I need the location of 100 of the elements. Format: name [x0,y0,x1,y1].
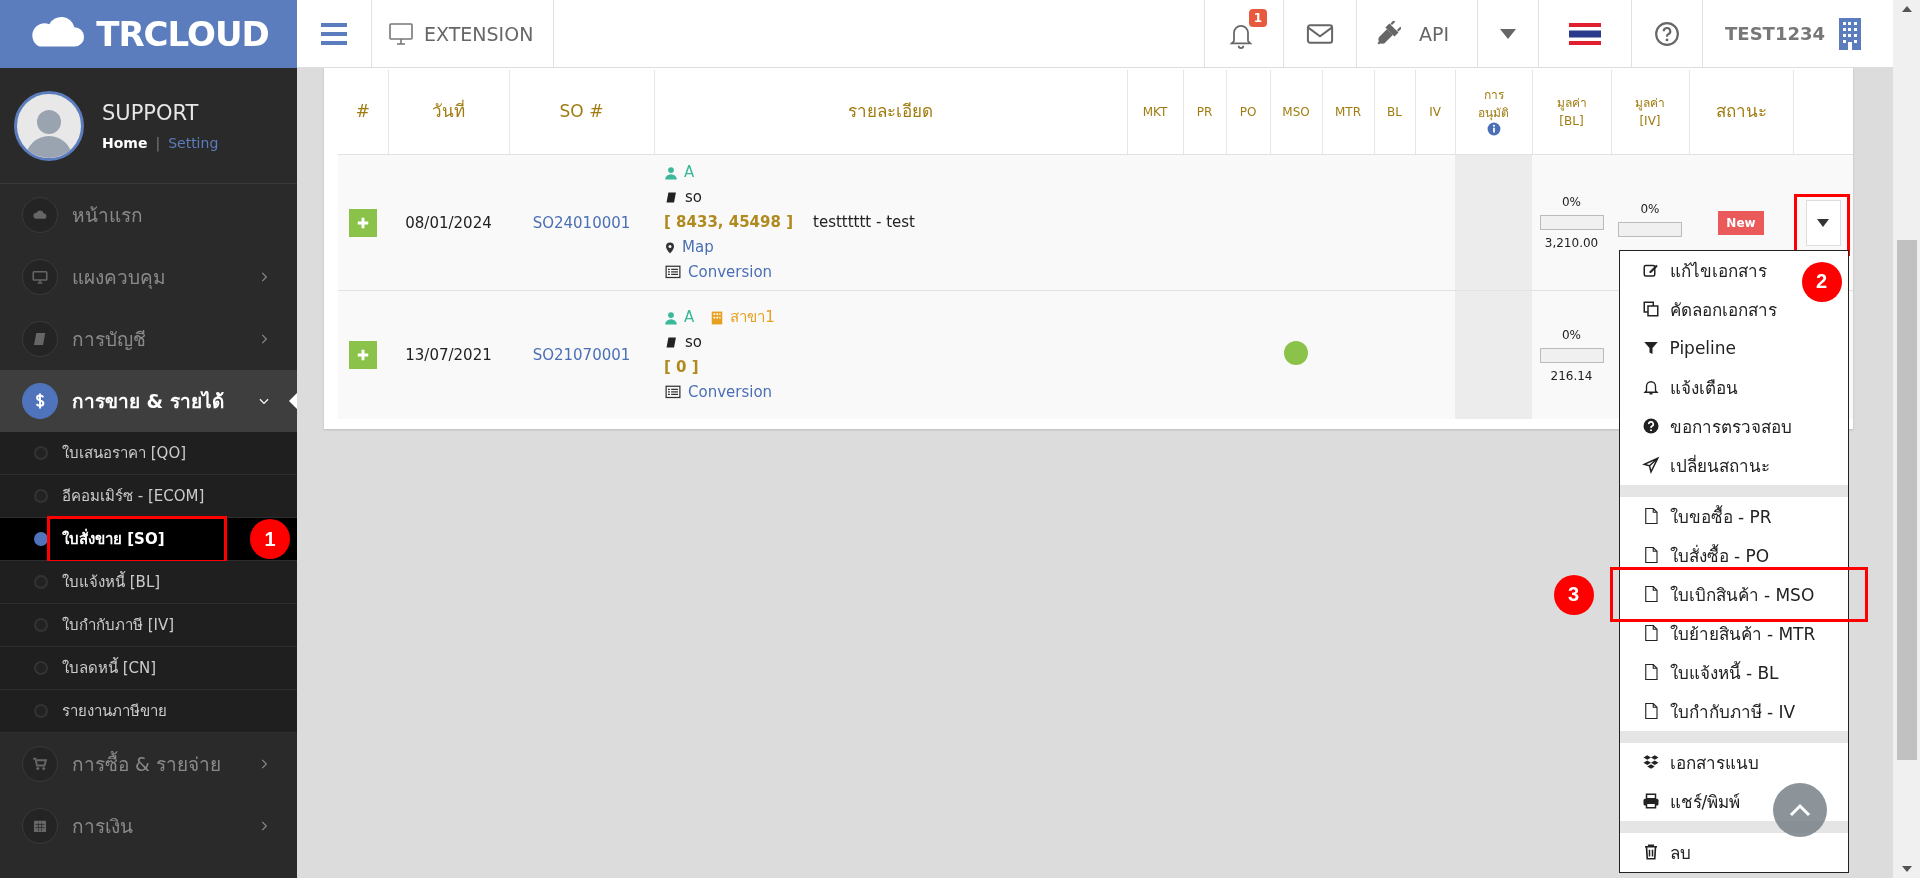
submenu-item[interactable]: ใบเสนอราคา [QO] [0,432,297,475]
sidebar-item[interactable]: หน้าแรก [0,184,297,246]
chevron-up-icon [1789,803,1811,817]
menu-item[interactable]: ใบขอซื้อ - PR [1619,496,1848,536]
status-badge: New [1718,210,1764,235]
amount: 3,210.00 [1543,236,1600,250]
actions-toggle[interactable] [1805,199,1841,246]
paper-plane-icon [1641,455,1660,475]
list-icon [664,265,682,280]
column-header: MTR [1335,104,1361,121]
menu-item[interactable]: เปลี่ยนสถานะ [1619,445,1848,485]
person-icon [664,309,678,326]
home-link[interactable]: Home [102,134,148,151]
order-note: testttttt - test [813,212,915,233]
column-header: สถานะ [1715,100,1767,124]
document-type: so [685,187,702,208]
sidebar-item[interactable]: การบัญชี [0,308,297,370]
map-link[interactable]: Map [682,235,714,260]
menu-item[interactable]: ใบกำกับภาษี - IV [1619,691,1848,731]
progress-percent: 0% [1560,327,1582,342]
column-header: MSO [1282,104,1310,121]
order-link[interactable]: SO21070001 [532,346,631,364]
building-icon [1839,17,1861,50]
reference-codes: [ 0 ] [664,357,699,378]
sidebar-item[interactable]: การขาย & รายได้ [0,370,297,432]
notification-count: 1 [1248,8,1267,27]
column-header: วันที่ [432,99,465,124]
column-header: MKT [1142,104,1168,121]
submenu-item[interactable]: รายงานภาษีขาย [0,690,297,733]
menu-item[interactable]: Pipeline [1619,328,1848,368]
printer-icon [1641,791,1660,811]
progress-percent: 0% [1560,195,1582,209]
step-badge: 1 [250,519,290,559]
plus-icon [356,215,370,230]
book-icon [664,335,679,350]
step-badge: 3 [1553,574,1594,615]
triangle-up-icon [1901,6,1912,12]
date-cell: 13/07/2021 [405,346,492,364]
document-type: so [685,332,702,353]
submenu-item[interactable]: ใบลดหนี้ [CN] [0,647,297,690]
sidebar-item[interactable]: แผงควบคุม [0,246,297,308]
reference-codes: [ 8433, 45498 ] [664,212,793,233]
menu-item[interactable]: แจ้งเตือน [1619,367,1848,407]
column-header: SO # [559,100,604,124]
progress-percent: 0% [1639,202,1661,216]
sidebar-item[interactable]: การเงิน [0,795,297,857]
caret-icon [1500,28,1517,39]
customer-name: A [684,307,695,328]
menu-item[interactable]: เอกสารแนบ [1619,742,1848,782]
person-icon [664,164,678,181]
conversion-link[interactable]: Conversion [688,260,773,285]
menu-icon [319,20,349,47]
conversion-link[interactable]: Conversion [688,380,773,405]
user-button[interactable]: TEST1234 [1703,0,1893,67]
scrollbar-thumb[interactable] [1896,240,1917,760]
submenu-item[interactable]: อีคอมเมิร์ซ - [ECOM] [0,475,297,518]
menu-item[interactable]: ใบย้ายสินค้า - MTR [1619,613,1848,653]
thai-flag-icon [1569,22,1602,45]
api-button[interactable]: API [1357,0,1479,67]
plus-icon [356,348,370,362]
menu-item[interactable]: ใบสั่งซื้อ - PO [1619,535,1848,575]
caret-icon [1817,218,1829,227]
column-header: มูลค่า [IV] [1635,95,1665,130]
list-icon [664,385,682,400]
menu-item[interactable]: ขอการตรวจสอบ [1619,406,1848,446]
column-header: BL [1387,104,1402,121]
notifications-button[interactable]: 1 [1205,0,1284,67]
submenu-item[interactable]: ใบกำกับภาษี [IV] [0,604,297,647]
menu-item[interactable]: ลบ [1619,832,1848,872]
menu-item[interactable]: ใบเบิกสินค้า - MSO [1619,574,1848,614]
column-header: IV [1429,104,1441,121]
branch-name: สาขา1 [730,307,775,328]
profile-name: SUPPORT [102,100,200,125]
sidebar-item[interactable]: การซื้อ & รายจ่าย [0,733,297,795]
column-header: # [355,100,370,124]
order-link[interactable]: SO24010001 [532,213,631,232]
date-cell: 08/01/2024 [405,213,492,232]
brand-logo: TRCLOUD [96,14,269,54]
column-header: การ อนุมัติ [1478,86,1509,122]
submenu-item[interactable]: ใบแจ้งหนี้ [BL] [0,561,297,604]
column-header: มูลค่า [BL] [1556,95,1587,130]
customer-name: A [684,162,695,183]
monitor-icon [31,268,49,286]
column-header: PR [1196,104,1213,121]
column-header: PO [1239,104,1257,121]
column-header: รายละเอียด [848,100,933,124]
triangle-down-icon [1901,866,1912,872]
question-icon [1641,416,1660,436]
help-icon [1654,20,1681,47]
cart-icon [31,755,49,773]
book-icon [664,190,679,205]
extension-button[interactable]: EXTENSION [372,0,555,67]
info-icon [1486,121,1501,136]
bullet-icon [34,532,48,546]
plug-icon [1375,20,1401,47]
submenu-item[interactable]: ใบสั่งขาย [SO] 1 [0,518,297,561]
menu-item[interactable]: ใบแจ้งหนี้ - BL [1619,652,1848,692]
link-separator: | [155,134,161,151]
envelope-icon [1306,22,1334,45]
copy-icon [1641,299,1660,319]
